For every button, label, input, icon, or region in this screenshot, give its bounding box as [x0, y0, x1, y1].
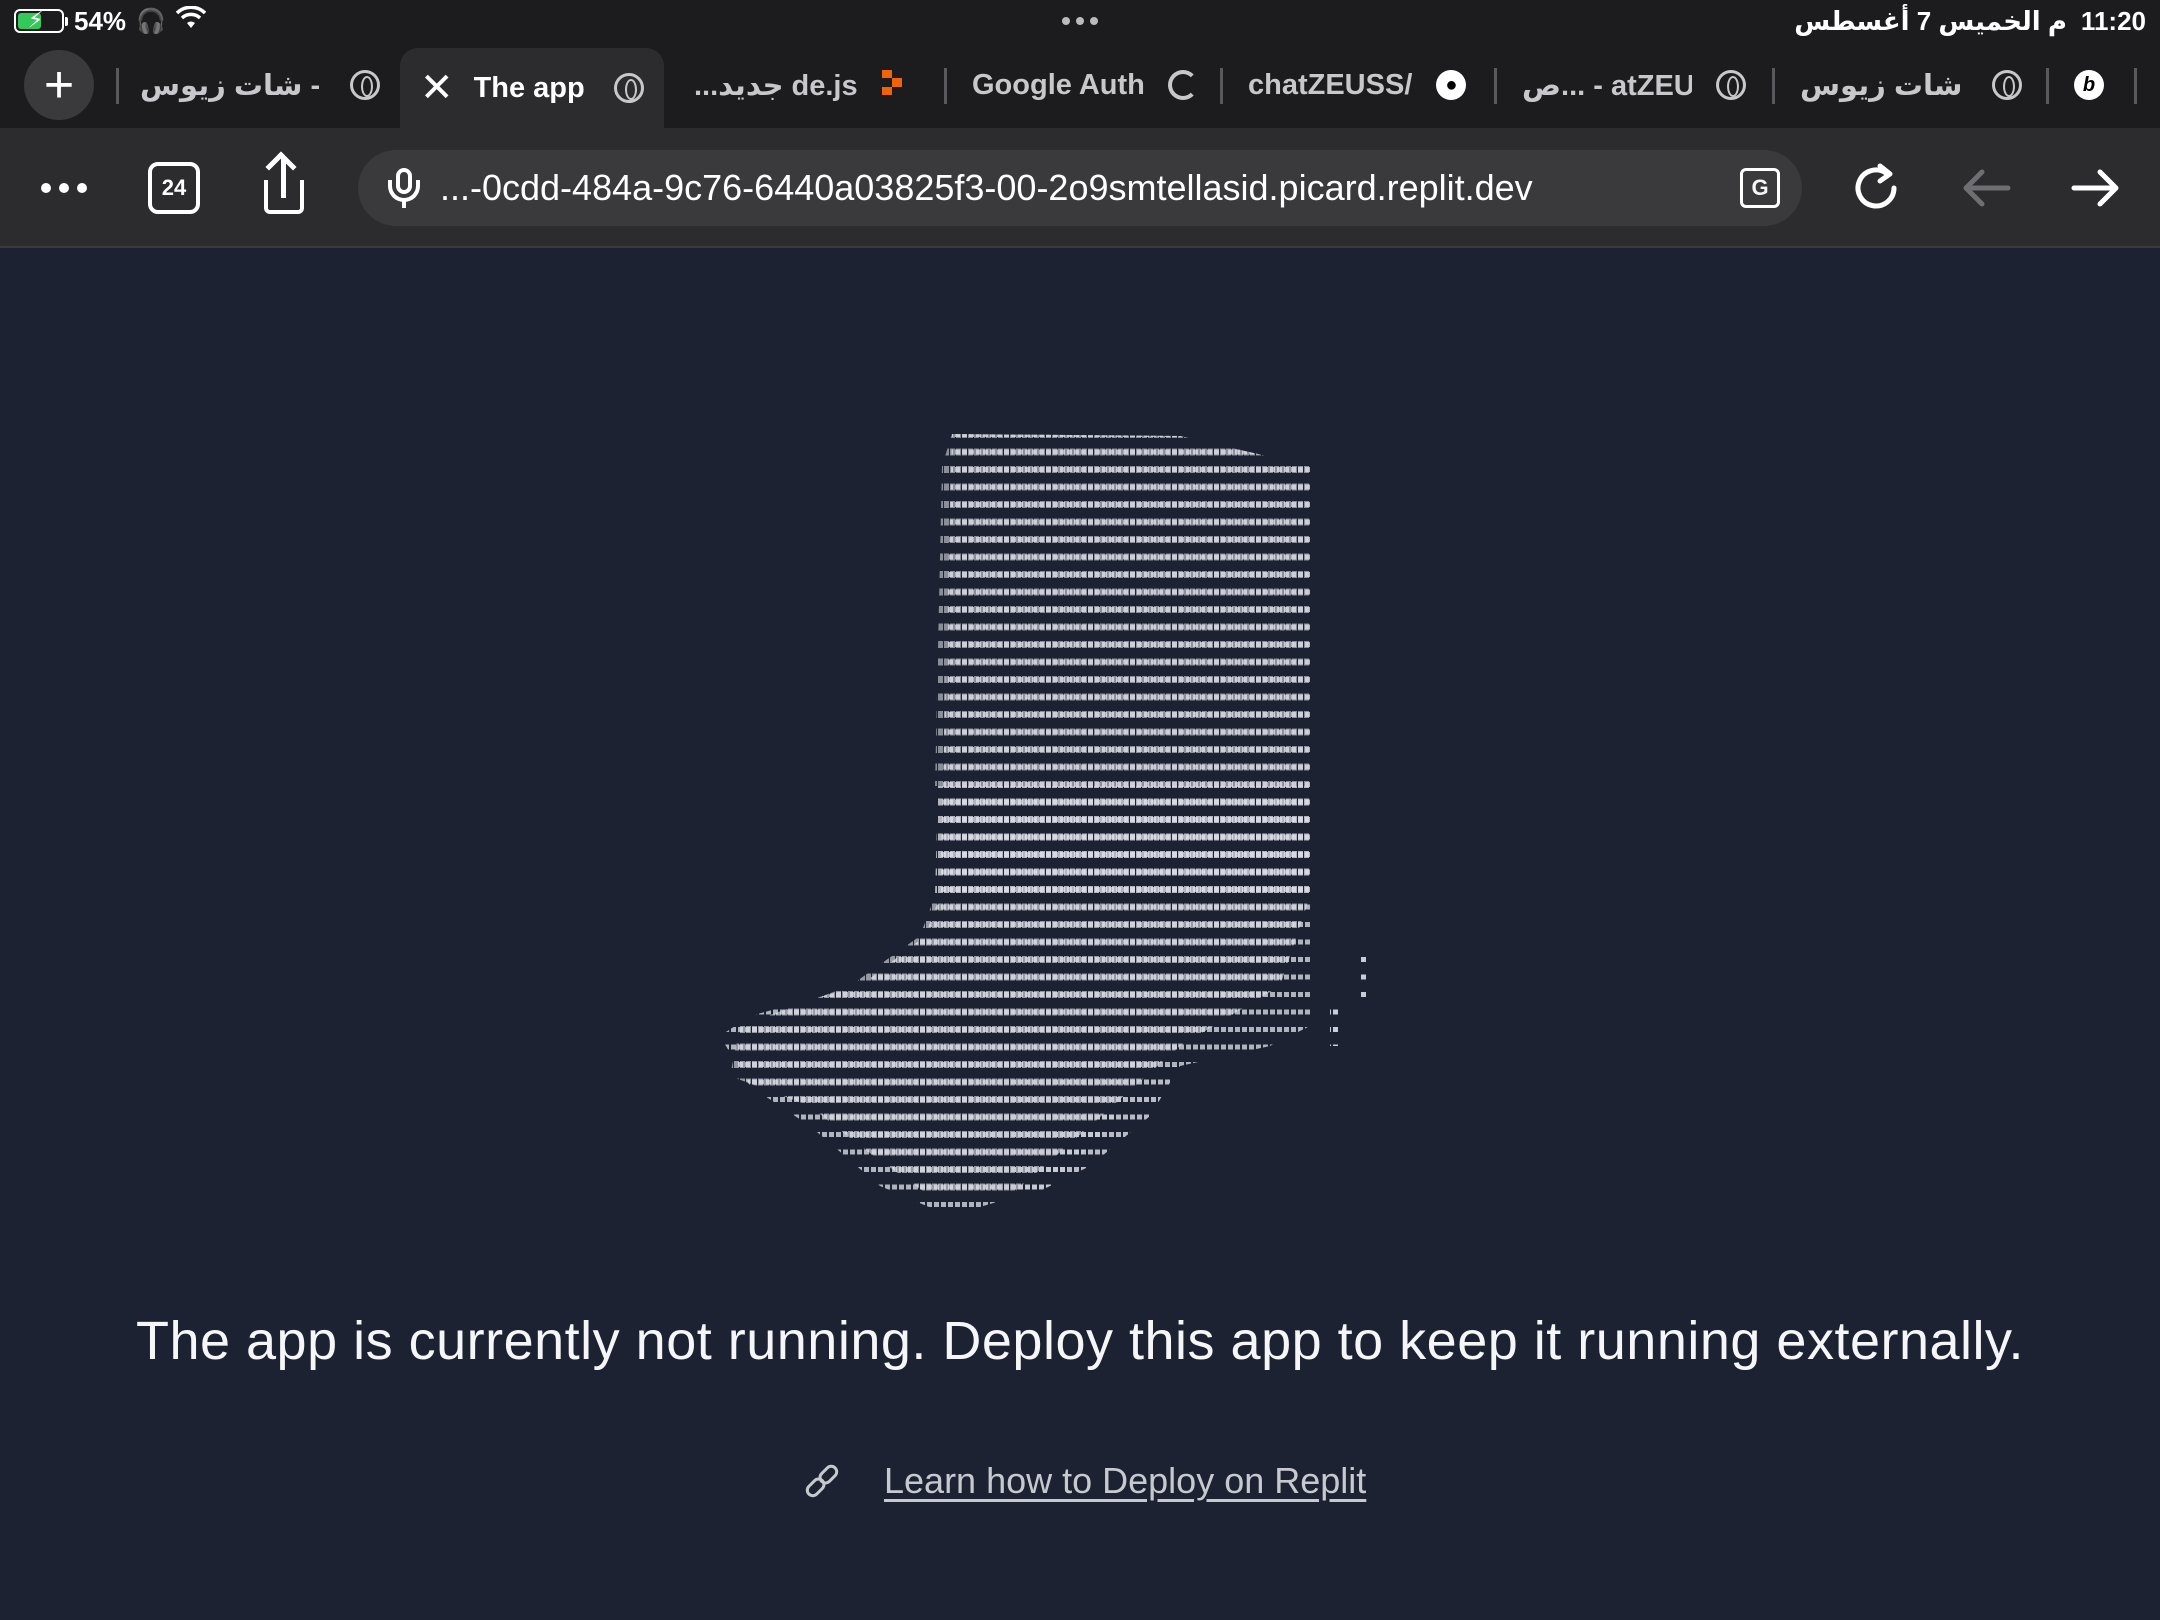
battery-icon: ⚡	[14, 7, 68, 33]
url-text[interactable]: ...-0cdd-484a-9c76-6440a03825f3-00-2o9sm…	[440, 150, 1533, 226]
tab-atzeus[interactable]: ص... - atZEUS	[1522, 54, 1746, 116]
new-tab-button[interactable]: +	[24, 50, 94, 120]
tab-b[interactable]: b	[2074, 54, 2114, 116]
clock: 11:20	[2080, 5, 2146, 36]
status-right: 11:20 م الخميس 7 أغسطس	[1794, 4, 2146, 38]
date: م الخميس 7 أغسطس	[1794, 5, 2067, 36]
not-running-message: The app is currently not running. Deploy…	[135, 1311, 2025, 1371]
globe-icon	[1716, 70, 1746, 100]
learn-deploy-link[interactable]: Learn how to Deploy on Replit	[884, 1460, 1366, 1502]
google-icon	[1168, 70, 1198, 100]
replit-icon	[881, 70, 912, 100]
tab-google-auth[interactable]: Google Auth	[972, 54, 1198, 116]
deploy-help-link-row[interactable]: Learn how to Deploy on Replit	[800, 1454, 1366, 1508]
link-icon	[791, 1450, 853, 1512]
b-icon: b	[2074, 70, 2104, 100]
translate-icon[interactable]: G	[1740, 168, 1780, 208]
globe-icon	[350, 70, 380, 100]
multitask-dots[interactable]	[1055, 4, 1105, 38]
tab-label: ص... - atZEUS	[1522, 69, 1692, 102]
forward-button[interactable]	[2066, 158, 2126, 218]
back-button[interactable]	[1956, 158, 2016, 218]
close-tab-icon[interactable]: ✕	[420, 65, 454, 111]
github-icon: ●	[1436, 70, 1467, 100]
globe-icon	[1992, 70, 2022, 100]
tab-nodejs[interactable]: ...جديد de.js	[694, 54, 924, 116]
share-button[interactable]	[258, 151, 310, 218]
tab-label: chatZEUSS/	[1248, 68, 1413, 101]
ascii-art-illustration	[710, 426, 1470, 1216]
more-options-button[interactable]	[34, 158, 94, 218]
reload-button[interactable]	[1846, 158, 1906, 218]
battery-percent: 54%	[74, 5, 127, 36]
tab-separator	[2046, 68, 2049, 104]
wifi-icon	[175, 5, 207, 37]
tab-label: Google Auth	[972, 68, 1144, 101]
tab-overview-button[interactable]: 24	[148, 162, 200, 214]
tab-label: The app	[473, 71, 585, 104]
browser-toolbar: 24 ...-0cdd-484a-9c76-6440a03825f3-00-2o…	[0, 128, 2160, 248]
tab-shat-zeus-2[interactable]: شات زيوس - !	[1800, 54, 2022, 116]
headphones-icon: 🎧	[136, 7, 166, 35]
tab-the-app[interactable]: ✕ The app	[400, 48, 664, 128]
tab-separator	[116, 68, 119, 104]
tab-separator	[1220, 68, 1223, 104]
tab-separator	[1772, 68, 1775, 104]
page-content: The app is currently not running. Deploy…	[0, 250, 2160, 1620]
tab-label: ...جديد de.js	[694, 69, 858, 102]
tab-chatzeuss[interactable]: chatZEUSS/ ●	[1248, 54, 1470, 116]
tab-label: شات زيوس - !	[140, 69, 328, 102]
status-bar: ⚡ 54% 🎧 11:20 م الخميس 7 أغسطس	[0, 0, 2160, 42]
tab-shat-zeus-1[interactable]: شات زيوس - !	[140, 54, 380, 116]
globe-icon	[614, 73, 644, 103]
tab-label: شات زيوس - !	[1800, 69, 1968, 102]
microphone-icon[interactable]	[384, 168, 424, 208]
tab-separator	[2134, 68, 2137, 104]
status-left: ⚡ 54% 🎧	[14, 4, 207, 38]
tab-separator	[944, 68, 947, 104]
tab-bar: + شات زيوس - ! ✕ The app ...جديد de.js G…	[0, 42, 2160, 128]
address-bar[interactable]: ...-0cdd-484a-9c76-6440a03825f3-00-2o9sm…	[358, 150, 1802, 226]
tab-separator	[1494, 68, 1497, 104]
